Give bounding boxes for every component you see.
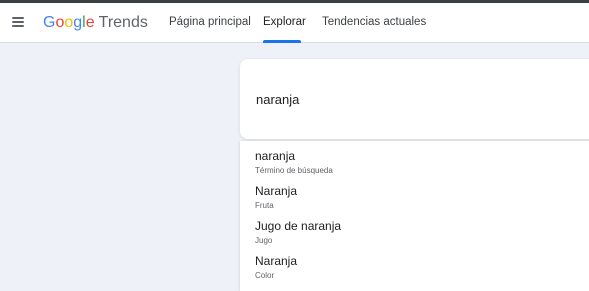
suggestion-subtitle: Jugo: [255, 236, 273, 245]
suggestion-subtitle: Término de búsqueda: [255, 166, 333, 175]
nav-tab-trending-now[interactable]: Tendencias actuales: [322, 3, 426, 42]
suggestion-title: naranja: [255, 149, 296, 163]
app-header: Google Trends Página principal Explorar T…: [0, 3, 589, 43]
suggestion-item[interactable]: naranja Término de búsqueda: [240, 141, 589, 176]
google-trends-logo[interactable]: Google Trends: [43, 13, 148, 33]
search-card: [240, 59, 589, 139]
logo-letter: e: [85, 14, 95, 31]
suggestion-subtitle: Fruta: [255, 201, 274, 210]
logo-letter: o: [64, 14, 74, 31]
logo-product-name: Trends: [98, 14, 148, 31]
active-tab-indicator: [263, 40, 301, 43]
suggestion-title: Naranja: [255, 254, 298, 268]
suggestion-title: Jugo de naranja: [255, 219, 342, 233]
logo-letter: g: [73, 14, 83, 31]
suggestion-item[interactable]: Naranja Fruta: [240, 176, 589, 211]
suggestion-title: Naranja: [255, 184, 298, 198]
logo-letter: G: [43, 14, 56, 31]
nav-tab-home[interactable]: Página principal: [169, 3, 251, 42]
suggestions-dropdown: naranja Término de búsqueda Naranja Frut…: [240, 141, 589, 291]
search-input[interactable]: [256, 89, 576, 109]
hamburger-menu-icon[interactable]: [12, 17, 24, 27]
nav-tab-explore[interactable]: Explorar: [263, 3, 306, 42]
suggestion-subtitle: Color: [255, 271, 275, 280]
suggestion-item[interactable]: Naranja Color: [240, 246, 589, 281]
suggestion-item[interactable]: Jugo de naranja Jugo: [240, 211, 589, 246]
